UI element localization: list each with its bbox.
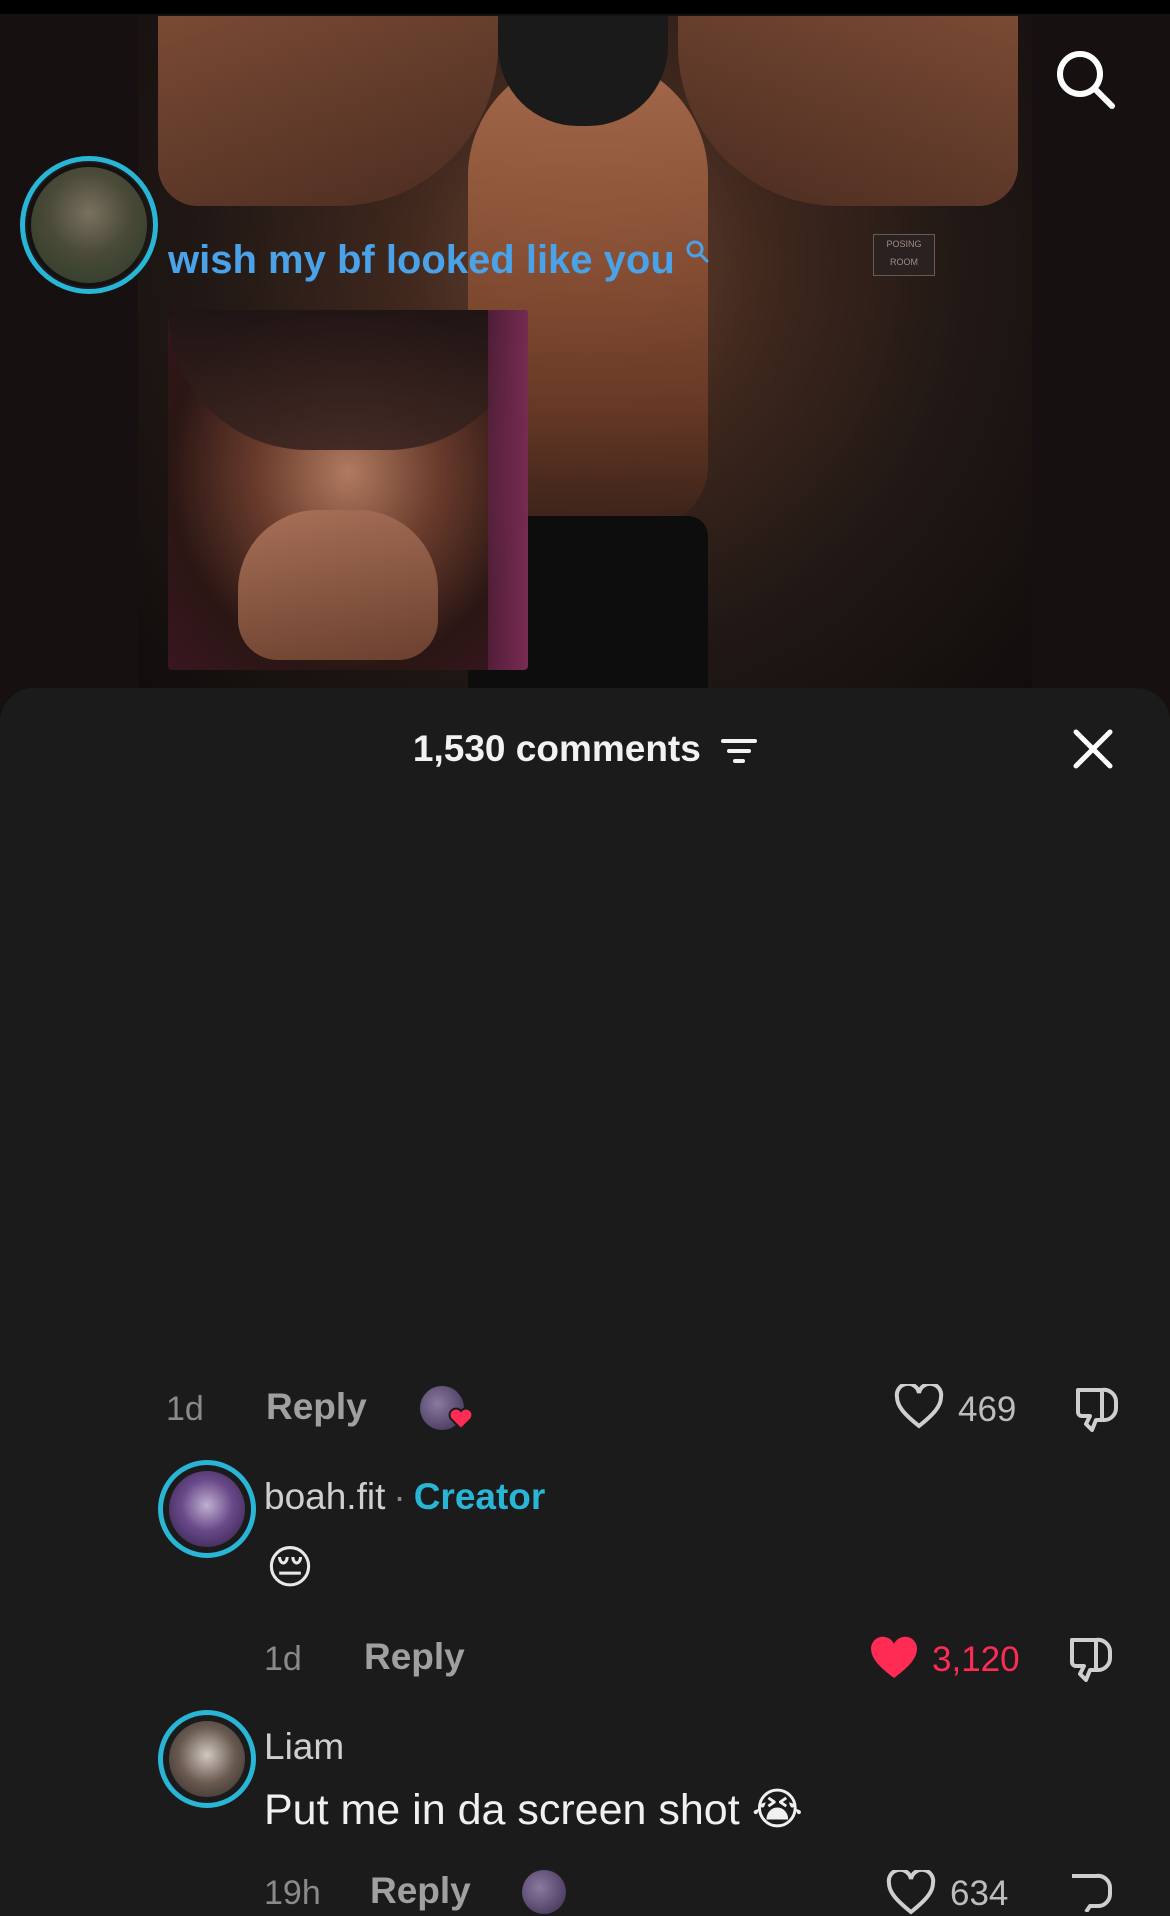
comment-3-like-count: 634 <box>950 1874 1009 1913</box>
comment-2-reply-button[interactable]: Reply <box>364 1636 465 1678</box>
comment-3-text-wrap: Put me in da screen shot 😭 <box>264 1784 803 1835</box>
comment-1-text: wish my bf looked like you <box>168 238 710 283</box>
comment-2-like-count: 3,120 <box>932 1640 1020 1679</box>
heart-outline-icon[interactable] <box>894 1384 944 1430</box>
search-icon[interactable] <box>1050 44 1122 116</box>
dislike-icon[interactable] <box>1066 1870 1116 1912</box>
comment-3-username[interactable]: Liam <box>264 1726 344 1768</box>
creator-badge: Creator <box>413 1476 546 1517</box>
comment-2-username[interactable]: boah.fit <box>264 1476 385 1517</box>
comment-1-gif[interactable] <box>168 310 528 670</box>
creator-liked-avatar <box>522 1870 566 1914</box>
comment-1-time: 1d <box>166 1390 204 1428</box>
video-figure-arm-right <box>678 16 1018 206</box>
comment-3-reply-button[interactable]: Reply <box>370 1870 471 1912</box>
separator-dot: · <box>393 1476 406 1517</box>
creator-heart-icon <box>448 1407 474 1431</box>
filter-icon[interactable] <box>721 736 758 766</box>
comment-3-emoji: 😭 <box>751 1784 804 1835</box>
heart-outline-icon[interactable] <box>886 1870 936 1916</box>
comments-count: 1,530 comments <box>412 728 701 769</box>
comment-2-author[interactable]: boah.fit · Creator <box>264 1476 545 1518</box>
dislike-icon[interactable] <box>1066 1634 1116 1684</box>
comment-1-avatar[interactable] <box>20 156 158 294</box>
comment-1-reply-button[interactable]: Reply <box>266 1386 367 1428</box>
comment-2-time: 1d <box>264 1640 302 1678</box>
comment-1-like-count: 469 <box>958 1390 1017 1429</box>
dislike-icon[interactable] <box>1072 1384 1122 1434</box>
search-suggestion-icon[interactable] <box>677 240 710 270</box>
comment-2-avatar[interactable] <box>158 1460 256 1558</box>
heart-filled-icon[interactable] <box>868 1634 920 1682</box>
gif-hand <box>238 510 438 660</box>
posing-room-sign: POSING ROOM <box>873 234 935 276</box>
gif-curtain <box>488 310 528 670</box>
comments-header: 1,530 comments <box>0 728 1170 770</box>
gif-hair <box>168 310 528 450</box>
comment-3-time: 19h <box>264 1874 321 1912</box>
comment-3-avatar[interactable] <box>158 1710 256 1808</box>
comment-2-emoji: 😔 <box>266 1540 314 1594</box>
status-bar-strip <box>0 0 1170 14</box>
close-icon[interactable] <box>1068 724 1118 774</box>
comment-3-text: Put me in da screen shot <box>264 1786 740 1834</box>
video-figure-arm-left <box>158 16 498 206</box>
